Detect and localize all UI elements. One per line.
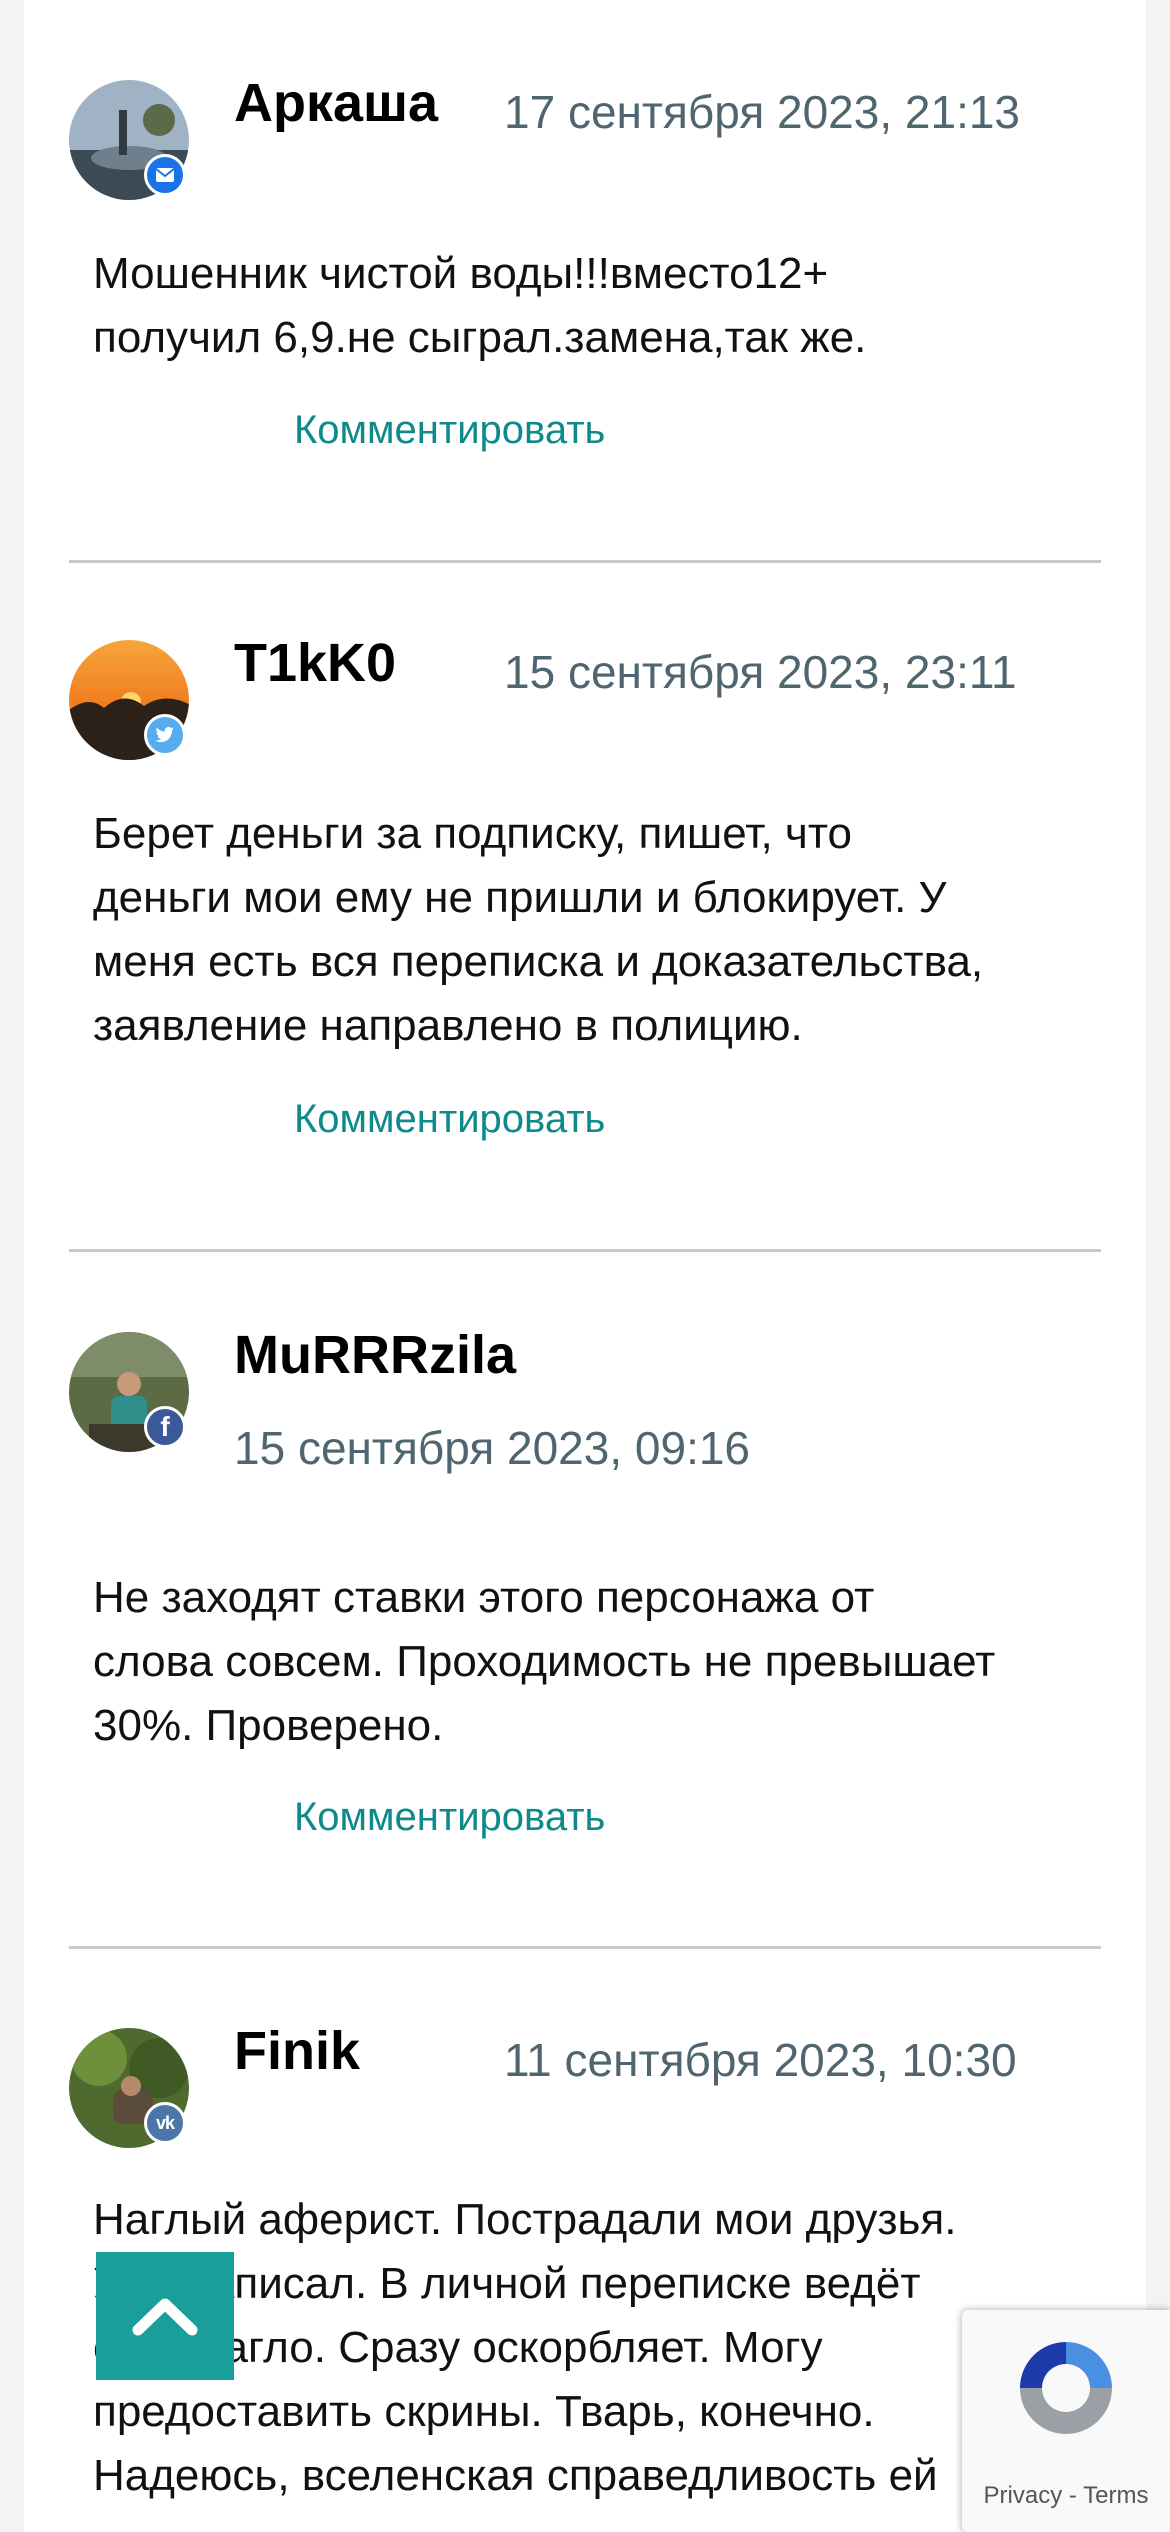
comment-text-line: меня есть вся переписка и доказательства… [93,937,984,986]
facebook-icon: f [144,1406,186,1448]
comment-text-line: слова совсем. Проходимость не превышает [93,1637,996,1686]
comment-text: Мошенник чистой воды!!!вместо12+ получил… [93,242,1113,370]
link-separator: - [1068,2482,1077,2509]
comment-author[interactable]: Аркаша [234,72,438,134]
reply-link[interactable]: Комментировать [294,1097,605,1142]
divider [69,1946,1101,1949]
comment-text-line: Берет деньги за подписку, пишет, что [93,809,852,858]
comment-text-line: деньги мои ему не пришли и блокирует. У [93,873,947,922]
reply-link[interactable]: Комментировать [294,408,605,453]
comment-date: 11 сентября 2023, 10:30 [504,2034,1017,2086]
comment-text: Берет деньги за подписку, пишет, что ден… [93,802,1113,1058]
comment-text-line: Уже написал. В личной переписке ведёт [93,2259,921,2308]
privacy-link[interactable]: Privacy [984,2482,1063,2509]
comment-text-line: себя нагло. Сразу оскорбляет. Могу [93,2323,823,2372]
vk-icon: vk [144,2102,186,2144]
reply-link[interactable]: Комментировать [294,1795,605,1840]
comment-text-line: предоставить скрины. Тварь, конечно. [93,2387,875,2436]
comment-text-line: Наглый аферист. Пострадали мои друзья. [93,2195,957,2244]
divider [69,560,1101,563]
comment-author[interactable]: T1kK0 [234,632,396,694]
comment-author[interactable]: MuRRRzila [234,1324,516,1386]
mail-icon [144,154,186,196]
comment-text: Наглый аферист. Пострадали мои друзья. У… [93,2188,1113,2508]
twitter-icon [144,714,186,756]
comment-text-line: 30%. Проверено. [93,1701,444,1750]
scroll-to-top-button[interactable] [96,2252,234,2380]
comment-date: 15 сентября 2023, 09:16 [234,1422,751,1474]
terms-link[interactable]: Terms [1083,2482,1148,2509]
comment-text-line: Мошенник чистой воды!!!вместо12+ [93,249,829,298]
comment-text: Не заходят ставки этого персонажа от сло… [93,1566,1113,1758]
comments-page: Аркаша 17 сентября 2023, 21:13 Мошенник … [24,0,1146,2532]
divider [69,1249,1101,1252]
comment-text-line: заявление направлено в полицию. [93,1001,803,1050]
recaptcha-logo-icon [1020,2342,1112,2434]
comment-date: 15 сентября 2023, 23:11 [504,646,1017,698]
recaptcha-badge[interactable]: Privacy - Terms [962,2310,1170,2532]
recaptcha-links: Privacy - Terms [962,2482,1170,2510]
chevron-up-icon [132,2298,198,2336]
comment-text-line: Не заходят ставки этого персонажа от [93,1573,875,1622]
comment-text-line: Надеюсь, вселенская справедливость ей [93,2451,938,2500]
comment-date: 17 сентября 2023, 21:13 [504,86,1021,138]
comment-author[interactable]: Finik [234,2020,360,2082]
comment-text-line: получил 6,9.не сыграл.замена,так же. [93,313,867,362]
